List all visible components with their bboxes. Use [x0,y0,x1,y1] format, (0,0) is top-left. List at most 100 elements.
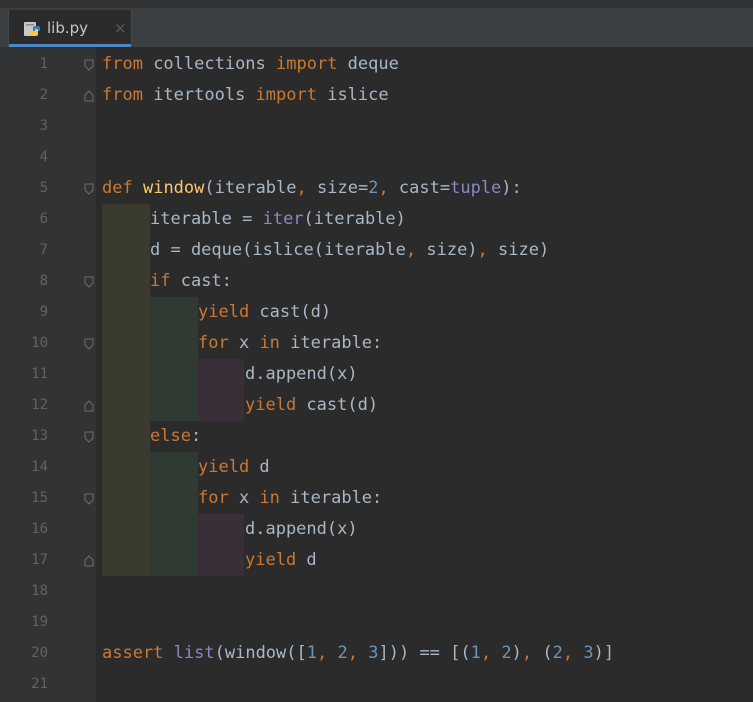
number: 2 [368,178,379,198]
code-text: cast(d) [249,302,332,322]
line-number: 19 [31,614,48,630]
fold-start-icon[interactable] [84,493,94,505]
tab-lib-py[interactable]: lib.py × [8,10,132,47]
punctuation: , [296,178,307,198]
keyword: def [102,178,133,198]
keyword: in [259,488,280,508]
code-text: collections [142,54,277,74]
code-text: iterable: [279,488,383,508]
code-text: d = deque(islice(iterable [150,240,406,260]
code-text: x [228,488,260,508]
keyword: from [102,85,143,105]
code-line-20: assert list(window([1, 2, 3])) == [(1, 2… [102,638,614,669]
fold-end-icon[interactable] [84,400,94,412]
code-line-13: else: [150,421,201,452]
code-line-14: yield d [198,452,270,483]
code-line-10: for x in iterable: [198,328,382,359]
line-number: 15 [31,490,48,506]
code-text: d.append(x) [245,364,358,384]
tab-close-icon[interactable]: × [114,19,127,37]
keyword: assert [102,643,164,663]
code-line-15: for x in iterable: [198,483,382,514]
code-line-5: def window(iterable, size=2, cast=tuple)… [102,173,522,204]
number: 1 [470,643,481,663]
builtin: iter [262,209,304,229]
line-number: 9 [39,304,48,320]
line-number-gutter: 1 2 3 4 5 6 7 8 9 10 11 12 13 14 15 16 1… [0,47,96,702]
line-number: 17 [31,552,48,568]
code-text: (window([ [214,643,307,663]
number: 2 [552,643,563,663]
punctuation: , [562,643,574,663]
code-text: size= [306,178,369,198]
builtin: tuple [450,178,502,198]
keyword: yield [245,550,297,570]
code-text: iterable = [150,209,263,229]
code-text: (iterable) [303,209,406,229]
number: 2 [501,643,512,663]
punctuation: , [347,643,358,663]
line-number: 4 [39,149,48,165]
line-number: 6 [39,211,48,227]
indent-guide-level-3 [198,514,244,576]
keyword: import [255,85,317,105]
code-text: islice [316,85,389,105]
number: 1 [306,643,317,663]
punctuation: , [317,643,328,663]
fold-start-icon[interactable] [84,338,94,350]
code-text: cast: [170,271,232,291]
code-line-16: d.append(x) [245,514,358,545]
code-line-6: iterable = iter(iterable) [150,204,406,235]
fold-start-icon[interactable] [84,183,94,195]
line-number: 16 [31,521,48,537]
code-text: x [228,333,260,353]
line-number: 13 [31,428,48,444]
fold-start-icon[interactable] [84,276,94,288]
code-line-7: d = deque(islice(iterable, size), size) [150,235,549,266]
keyword: for [198,333,229,353]
function-name: window [142,178,205,198]
tab-bar-top-strip [0,0,753,8]
fold-end-icon[interactable] [84,555,94,567]
indent-guide-level-2 [150,297,198,421]
number: 3 [368,643,379,663]
code-line-2: from itertools import islice [102,80,389,111]
indent-guide-level-1 [102,204,150,576]
punctuation: , [477,240,488,260]
keyword: yield [198,457,250,477]
code-text: ])) == [( [378,643,471,663]
fold-end-icon[interactable] [84,90,94,102]
code-line-11: d.append(x) [245,359,358,390]
fold-start-icon[interactable] [84,59,94,71]
python-file-icon [24,22,40,36]
line-number: 2 [39,87,48,103]
line-number: 21 [31,676,48,692]
code-text: d [249,457,270,477]
code-text: d.append(x) [245,519,358,539]
code-text: cast(d) [296,395,379,415]
line-number: 1 [39,56,48,72]
code-text: ) [511,643,522,663]
keyword: from [102,54,143,74]
line-number: 8 [39,273,48,289]
line-number: 12 [31,397,48,413]
fold-start-icon[interactable] [84,431,94,443]
code-text: cast= [388,178,451,198]
code-text: deque [337,54,399,74]
line-number: 10 [31,335,48,351]
code-text: size) [416,240,478,260]
keyword: yield [245,395,297,415]
punctuation: , [405,240,417,260]
code-editor[interactable]: 1 2 3 4 5 6 7 8 9 10 11 12 13 14 15 16 1… [0,47,753,702]
code-line-8: if cast: [150,266,232,297]
line-number: 11 [31,366,48,382]
code-text: ( [532,643,553,663]
line-number: 18 [31,583,48,599]
keyword: in [259,333,280,353]
keyword: yield [198,302,250,322]
